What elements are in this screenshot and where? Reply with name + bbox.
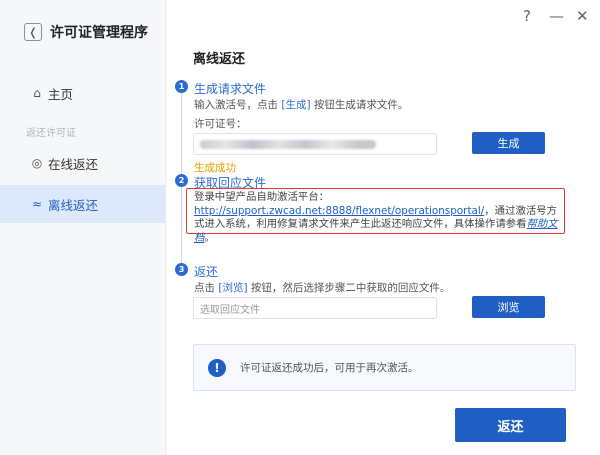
close-icon[interactable]: ✕ xyxy=(576,8,589,24)
back-button[interactable]: ❬ xyxy=(24,23,42,41)
step-1-badge: 1 xyxy=(175,80,188,93)
return-button[interactable]: 返还 xyxy=(455,408,566,442)
step-2-instructions: 登录中望产品自助激活平台：http://support.zwcad.net:88… xyxy=(194,191,558,244)
portal-link[interactable]: http://support.zwcad.net:8888/flexnet/op… xyxy=(194,205,484,217)
notice-text: 许可证返还成功后，可用于再次激活。 xyxy=(240,362,419,374)
minimize-icon[interactable]: — xyxy=(549,8,564,24)
sidebar-item-label: 在线返还 xyxy=(48,156,99,172)
generate-button[interactable]: 生成 xyxy=(472,132,545,154)
step-3-title: 返还 xyxy=(194,265,219,279)
generate-status: 生成成功 xyxy=(194,162,236,174)
wifi-icon: ≈ xyxy=(31,197,43,211)
page-title: 离线返还 xyxy=(193,52,246,67)
license-label: 许可证号： xyxy=(194,118,247,130)
step-1-description: 输入激活号，点击 [生成] 按钮生成请求文件。 xyxy=(194,99,409,111)
chevron-left-icon: ❬ xyxy=(28,25,38,39)
step-1-title: 生成请求文件 xyxy=(194,82,267,96)
step-3-description: 点击 [浏览] 按钮，然后选择步骤二中获取的回应文件。 xyxy=(194,282,451,294)
sidebar-item-offline-return[interactable]: ≈ 离线返还 xyxy=(0,185,166,223)
sidebar-group-label: 返还许可证 xyxy=(26,128,76,139)
globe-icon: ◎ xyxy=(31,156,43,170)
redacted-license-value xyxy=(200,139,376,149)
license-number-input[interactable] xyxy=(193,133,437,155)
info-notice: ! 许可证返还成功后，可用于再次激活。 xyxy=(193,344,576,391)
step-2-badge: 2 xyxy=(175,174,188,187)
home-icon: ⌂ xyxy=(33,86,41,100)
sidebar-item-label: 离线返还 xyxy=(48,197,99,213)
sidebar: ❬ 许可证管理程序 ⌂ 主页 返还许可证 ◎ 在线返还 ≈ 离线返还 xyxy=(0,0,166,455)
sidebar-item-online-return[interactable]: ◎ 在线返还 xyxy=(0,144,166,182)
browse-button[interactable]: 浏览 xyxy=(472,296,545,318)
sidebar-item-home[interactable]: ⌂ 主页 xyxy=(0,74,166,112)
app-title: 许可证管理程序 xyxy=(50,25,148,41)
info-icon: ! xyxy=(208,358,226,377)
response-file-input[interactable]: 选取回应文件 xyxy=(193,297,437,319)
help-icon[interactable]: ? xyxy=(523,8,531,24)
step-3-badge: 3 xyxy=(175,263,188,276)
sidebar-item-label: 主页 xyxy=(48,86,74,102)
